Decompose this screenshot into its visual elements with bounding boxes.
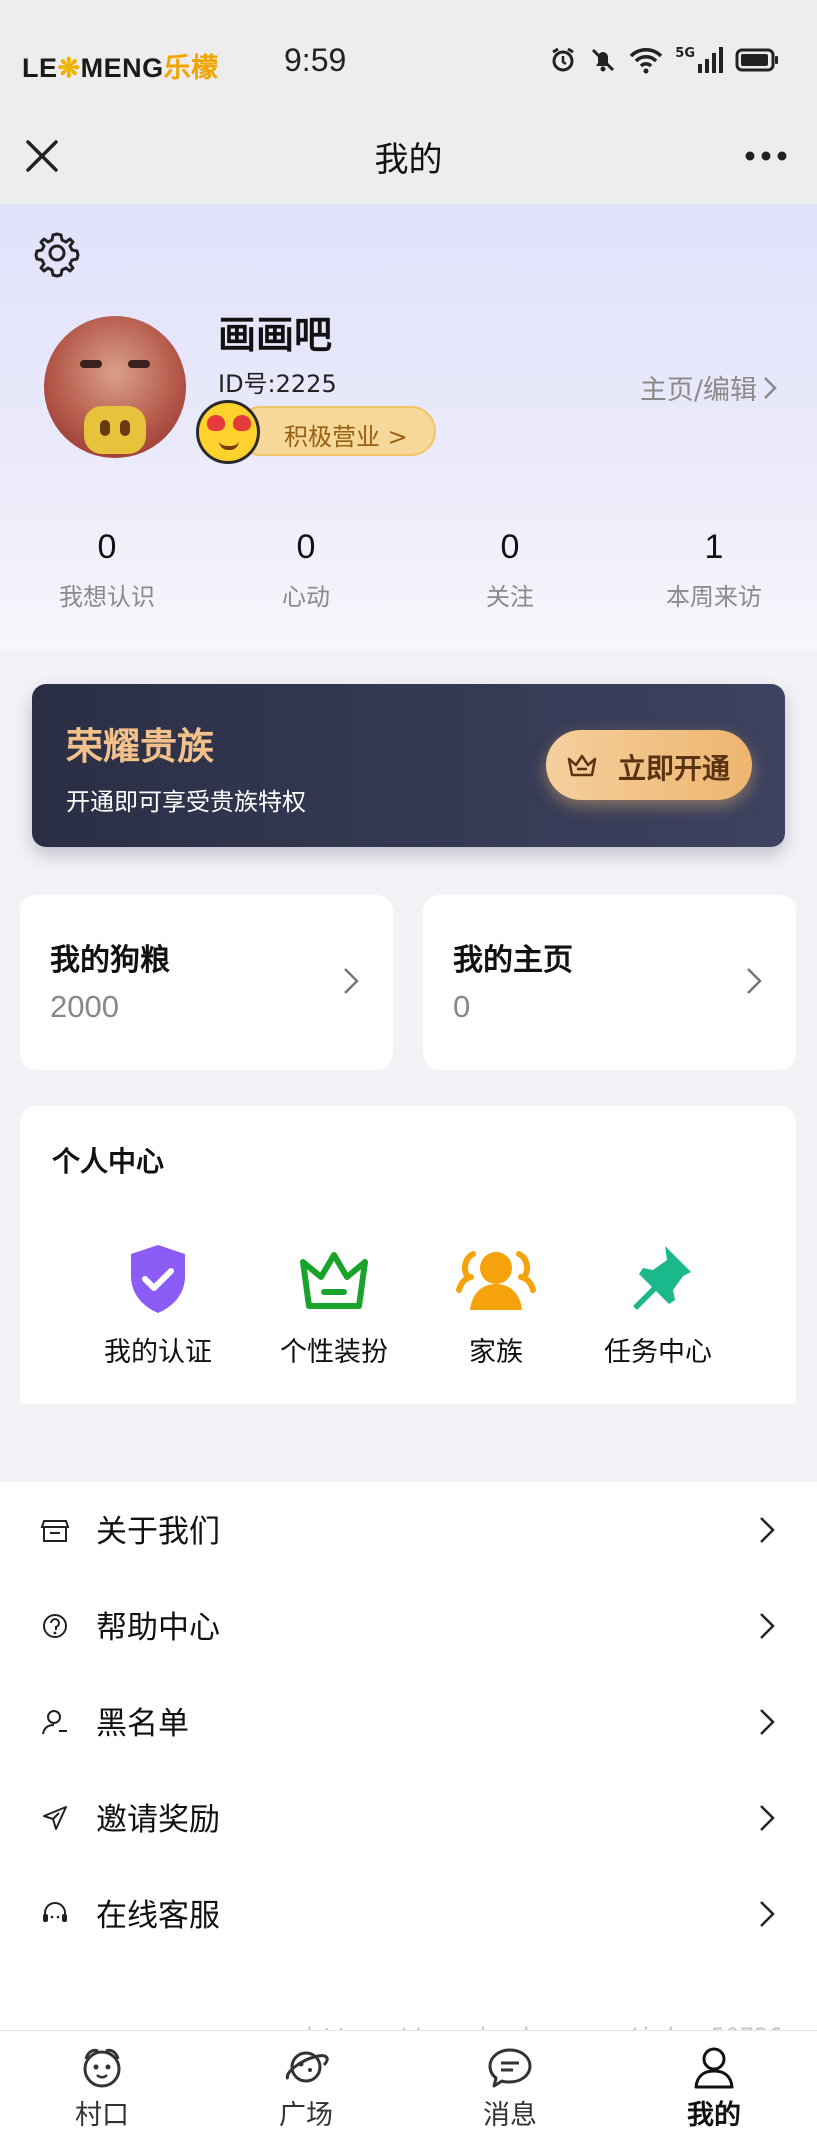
stat-label: 心动	[282, 583, 330, 611]
stat-value: 0	[97, 528, 117, 566]
open-vip-label: 立即开通	[618, 752, 731, 785]
status-icons: 5G	[549, 42, 779, 78]
home-edit-label: 主页/编辑	[639, 375, 757, 406]
menu-item-blacklist[interactable]: 黑名单	[0, 1674, 817, 1770]
center-item-label: 我的认证	[104, 1337, 212, 1368]
menu-item-label: 帮助中心	[96, 1610, 220, 1646]
menu-item-help[interactable]: 帮助中心	[0, 1578, 817, 1674]
chevron-right-icon	[760, 1709, 775, 1735]
user-id: ID号:2225	[218, 370, 337, 398]
center-item-label: 个性装扮	[280, 1337, 388, 1368]
tab-bar: 村口 广场 消息 我的	[0, 2030, 817, 2130]
status-time: 9:59	[284, 42, 347, 78]
vip-banner[interactable]: 荣耀贵族 开通即可享受贵族特权 立即开通	[32, 684, 785, 847]
shield-check-icon	[131, 1245, 185, 1313]
open-vip-button[interactable]: 立即开通	[546, 730, 752, 800]
mute-icon	[592, 48, 615, 72]
center-item-verification[interactable]: 我的认证	[88, 1242, 228, 1369]
wifi-icon	[630, 48, 663, 74]
profile-header: 画画吧 ID号:2225 积极营业 > 主页/编辑 0 我想认识 0 心动 0 …	[0, 204, 817, 650]
tab-square[interactable]: 广场	[246, 2045, 366, 2130]
menu-item-label: 在线客服	[96, 1898, 220, 1934]
vip-title: 荣耀贵族	[66, 725, 214, 768]
face-icon	[83, 2048, 121, 2088]
my-homepage-card[interactable]: 我的主页 0	[423, 895, 796, 1070]
stat-want-to-know[interactable]: 0 我想认识	[27, 528, 187, 612]
card-value: 2000	[50, 989, 119, 1024]
badge-label: 积极营业 >	[284, 423, 408, 451]
chevron-right-icon	[747, 968, 762, 994]
stat-heartbeat[interactable]: 0 心动	[226, 528, 386, 612]
status-bar: LE❋MENG乐檬 9:59 5G	[0, 0, 817, 122]
card-title: 我的主页	[453, 943, 573, 978]
help-icon	[43, 1614, 67, 1638]
username: 画画吧	[218, 313, 333, 357]
tab-label: 广场	[279, 2100, 333, 2130]
user-block-icon	[42, 1710, 67, 1735]
center-item-label: 家族	[469, 1337, 523, 1368]
stat-label: 关注	[486, 583, 534, 611]
store-icon	[40, 1520, 70, 1542]
chat-icon	[488, 2048, 532, 2088]
heart-eyes-emoji-icon	[196, 400, 260, 464]
stat-label: 本周来访	[666, 583, 762, 611]
headset-icon	[43, 1902, 67, 1922]
tab-messages[interactable]: 消息	[450, 2045, 570, 2130]
stat-label: 我想认识	[59, 583, 155, 611]
tab-label: 消息	[483, 2100, 537, 2130]
send-icon	[43, 1806, 67, 1830]
stat-value: 1	[704, 528, 724, 566]
menu-item-about[interactable]: 关于我们	[0, 1482, 817, 1578]
card-title: 我的狗粮	[50, 943, 170, 978]
menu-item-label: 关于我们	[96, 1514, 220, 1550]
brand-logo: LE❋MENG乐檬	[22, 53, 219, 83]
chevron-right-icon	[764, 376, 777, 399]
page-title: 我的	[374, 140, 443, 180]
crown-icon	[300, 1252, 368, 1309]
avatar[interactable]	[44, 316, 186, 458]
stat-value: 0	[500, 528, 520, 566]
group-icon	[456, 1251, 536, 1310]
chevron-right-icon	[760, 1805, 775, 1831]
personal-center: 个人中心 我的认证 个性装扮 家族 任务中心	[20, 1106, 796, 1404]
settings-menu: 关于我们 帮助中心 黑名单 邀请奖励 在线客服	[0, 1482, 817, 2030]
center-item-dressup[interactable]: 个性装扮	[264, 1242, 404, 1369]
menu-item-invite[interactable]: 邀请奖励	[0, 1770, 817, 1866]
stat-value: 0	[296, 528, 316, 566]
vip-subtitle: 开通即可享受贵族特权	[66, 788, 306, 816]
menu-item-label: 邀请奖励	[96, 1802, 220, 1838]
planet-icon	[285, 2051, 329, 2083]
stat-following[interactable]: 0 关注	[430, 528, 590, 612]
signal-icon	[698, 47, 723, 73]
menu-item-support[interactable]: 在线客服	[0, 1866, 817, 1962]
battery-icon	[735, 48, 778, 72]
alarm-icon	[552, 47, 575, 72]
center-item-tasks[interactable]: 任务中心	[588, 1242, 728, 1369]
status-badge[interactable]: 积极营业 >	[236, 406, 436, 456]
tab-label: 我的	[687, 2100, 741, 2130]
center-item-family[interactable]: 家族	[426, 1242, 566, 1369]
chevron-right-icon	[760, 1517, 775, 1543]
chevron-right-icon	[344, 968, 359, 994]
section-title: 个人中心	[52, 1145, 165, 1178]
dog-food-card[interactable]: 我的狗粮 2000	[20, 895, 393, 1070]
tab-village[interactable]: 村口	[42, 2045, 162, 2130]
tab-mine[interactable]: 我的	[654, 2045, 774, 2130]
center-item-label: 任务中心	[604, 1337, 712, 1368]
nav-bar: 我的	[0, 122, 817, 204]
tab-label: 村口	[75, 2100, 129, 2130]
person-icon	[694, 2047, 734, 2089]
network-label: 5G	[675, 45, 695, 61]
gear-icon[interactable]	[32, 228, 82, 278]
card-value: 0	[453, 989, 471, 1024]
chevron-right-icon	[760, 1613, 775, 1639]
home-edit-link[interactable]: 主页/编辑	[640, 368, 777, 407]
crown-outline-icon	[567, 754, 597, 777]
menu-item-label: 黑名单	[96, 1706, 189, 1742]
pin-icon	[633, 1246, 691, 1310]
chevron-right-icon	[760, 1901, 775, 1927]
more-icon[interactable]	[741, 136, 791, 176]
stat-weekly-visitors[interactable]: 1 本周来访	[634, 528, 794, 612]
brand-flower-icon: ❋	[57, 53, 81, 83]
